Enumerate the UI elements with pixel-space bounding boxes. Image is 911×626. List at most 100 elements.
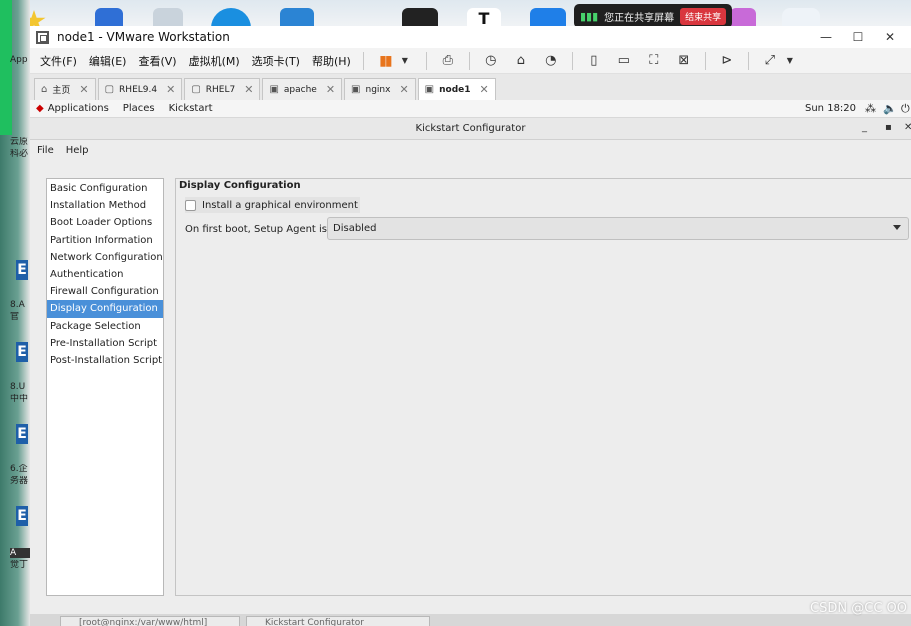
kickstart-app-menu[interactable]: Kickstart bbox=[169, 103, 213, 114]
clock[interactable]: Sun 18:20 bbox=[805, 103, 856, 114]
ks-close-button[interactable]: ✕ bbox=[904, 122, 911, 133]
setup-agent-value: Disabled bbox=[333, 223, 377, 234]
ks-maximize-button[interactable]: ▪ bbox=[885, 122, 892, 133]
setup-agent-combo[interactable]: Disabled bbox=[327, 217, 909, 240]
kickstart-body: Basic Configuration Installation Method Bo… bbox=[30, 161, 911, 614]
kickstart-title-bar: Kickstart Configurator _ ▪ ✕ bbox=[30, 118, 911, 140]
sidebar-item-partition-information[interactable]: Partition Information bbox=[47, 232, 163, 249]
menu-edit[interactable]: 编辑(E) bbox=[89, 53, 127, 69]
desktop-file-icon[interactable]: E bbox=[16, 342, 28, 362]
host-label: 6.企 bbox=[10, 464, 28, 474]
graphical-environment-checkbox[interactable] bbox=[185, 199, 196, 211]
tab-label: nginx bbox=[365, 84, 391, 95]
home-icon: ⌂ bbox=[41, 84, 48, 95]
stop-share-button[interactable]: 结束共享 bbox=[680, 7, 727, 25]
send-keys-icon[interactable]: ⎙ bbox=[439, 53, 457, 68]
category-list: Basic Configuration Installation Method Bo… bbox=[46, 178, 164, 596]
sidebar-item-authentication[interactable]: Authentication bbox=[47, 266, 163, 283]
sidebar-item-installation-method[interactable]: Installation Method bbox=[47, 197, 163, 214]
guest-screen: ◆ Applications Places Kickstart Sun 18:2… bbox=[30, 100, 911, 614]
host-label: 科必 bbox=[10, 149, 29, 159]
sidebar-item-basic-configuration[interactable]: Basic Configuration bbox=[47, 180, 163, 197]
unity-icon[interactable]: ⊠ bbox=[675, 53, 693, 68]
stretch-icon[interactable]: ⤢ bbox=[761, 53, 779, 68]
host-label: 中中 bbox=[10, 394, 29, 404]
menu-vm[interactable]: 虚拟机(M) bbox=[189, 53, 240, 69]
console-icon[interactable]: ⊳ bbox=[718, 53, 736, 68]
vm-running-icon: ▣ bbox=[351, 84, 361, 95]
tab-rhel94[interactable]: ▢ RHEL9.4 ✕ bbox=[97, 78, 183, 100]
fullscreen-icon[interactable]: ⛶ bbox=[645, 53, 663, 68]
minimize-button[interactable]: — bbox=[812, 26, 840, 48]
places-menu[interactable]: Places bbox=[123, 103, 155, 114]
close-button[interactable]: ✕ bbox=[876, 26, 904, 48]
toolbar-separator bbox=[571, 51, 573, 70]
ks-menu-file[interactable]: File bbox=[37, 145, 54, 156]
sidebar-item-firewall-configuration[interactable]: Firewall Configuration bbox=[47, 283, 163, 300]
snapshot-manager-icon[interactable]: ◔ bbox=[542, 53, 560, 68]
tab-label: apache bbox=[283, 84, 317, 95]
kickstart-taskbar-item[interactable]: Kickstart Configurator bbox=[246, 616, 430, 626]
sidebar-item-boot-loader-options[interactable]: Boot Loader Options bbox=[47, 214, 163, 231]
close-tab-icon[interactable]: ✕ bbox=[399, 83, 408, 96]
volume-icon[interactable]: 🔈 bbox=[883, 102, 897, 115]
signal-icon: ▮▮▮ bbox=[580, 9, 599, 23]
close-tab-icon[interactable]: ✕ bbox=[480, 83, 489, 96]
section-title: Display Configuration bbox=[179, 180, 301, 191]
toolbar-separator bbox=[425, 51, 427, 70]
chevron-down-icon[interactable] bbox=[893, 225, 901, 230]
ks-menu-help[interactable]: Help bbox=[66, 145, 89, 156]
vmware-logo-icon bbox=[36, 30, 49, 44]
close-tab-icon[interactable]: ✕ bbox=[166, 83, 175, 96]
close-tab-icon[interactable]: ✕ bbox=[326, 83, 335, 96]
kickstart-window-title: Kickstart Configurator bbox=[415, 123, 526, 134]
pause-icon[interactable]: ▮▮ bbox=[376, 53, 394, 69]
sidebar-item-package-selection[interactable]: Package Selection bbox=[47, 318, 163, 335]
desktop-file-icon[interactable]: E bbox=[16, 424, 28, 444]
toolbar-separator bbox=[704, 51, 706, 70]
sidebar-toggle-icon[interactable]: ▯ bbox=[585, 53, 603, 68]
ks-minimize-button[interactable]: _ bbox=[862, 122, 867, 133]
tab-node1[interactable]: ▣ node1 ✕ bbox=[417, 78, 496, 100]
close-tab-icon[interactable]: ✕ bbox=[79, 83, 88, 96]
pause-dropdown-icon[interactable]: ▼ bbox=[396, 56, 414, 65]
tab-home[interactable]: ⌂ 主页 ✕ bbox=[34, 78, 96, 100]
tab-label: node1 bbox=[439, 84, 471, 95]
tab-label: RHEL9.4 bbox=[119, 84, 158, 95]
desktop-file-icon[interactable]: E bbox=[16, 506, 28, 526]
thumbnail-bar-icon[interactable]: ▭ bbox=[615, 53, 633, 68]
graphical-environment-checkbox-row[interactable]: Install a graphical environment bbox=[185, 197, 360, 213]
menu-file[interactable]: 文件(F) bbox=[40, 53, 77, 69]
host-label: A bbox=[10, 548, 32, 558]
vm-icon: ▢ bbox=[191, 84, 201, 95]
applications-menu[interactable]: Applications bbox=[48, 103, 109, 114]
maximize-button[interactable]: ☐ bbox=[844, 26, 872, 48]
tab-nginx[interactable]: ▣ nginx ✕ bbox=[344, 78, 416, 100]
desktop-file-icon[interactable]: E bbox=[16, 260, 28, 280]
terminal-taskbar-item[interactable]: [root@nginx:/var/www/html] bbox=[60, 616, 240, 626]
kickstart-menu-bar: File Help bbox=[30, 140, 911, 161]
host-label: 8.A bbox=[10, 300, 25, 310]
gnome-top-bar: ◆ Applications Places Kickstart Sun 18:2… bbox=[30, 100, 911, 118]
snapshot-icon[interactable]: ◷ bbox=[482, 53, 500, 68]
close-tab-icon[interactable]: ✕ bbox=[244, 83, 253, 96]
host-window-edge bbox=[0, 0, 12, 135]
stretch-dropdown-icon[interactable]: ▼ bbox=[781, 56, 799, 65]
sidebar-item-post-installation-script[interactable]: Post-Installation Script bbox=[47, 352, 163, 369]
tab-apache[interactable]: ▣ apache ✕ bbox=[262, 78, 343, 100]
sidebar-item-pre-installation-script[interactable]: Pre-Installation Script bbox=[47, 335, 163, 352]
network-icon[interactable]: ⁂ bbox=[865, 102, 876, 115]
graphical-environment-label[interactable]: Install a graphical environment bbox=[202, 200, 358, 211]
sidebar-item-network-configuration[interactable]: Network Configuration bbox=[47, 249, 163, 266]
menu-tabs[interactable]: 选项卡(T) bbox=[252, 53, 300, 69]
setup-agent-label: On first boot, Setup Agent is: bbox=[185, 224, 331, 235]
power-icon[interactable]: ⏻ bbox=[901, 102, 910, 116]
sidebar-item-display-configuration[interactable]: Display Configuration bbox=[47, 300, 163, 318]
host-label: 官 bbox=[10, 312, 20, 322]
toolbar-separator bbox=[747, 51, 749, 70]
vm-tab-strip: ⌂ 主页 ✕ ▢ RHEL9.4 ✕ ▢ RHEL7 ✕ ▣ apache ✕ … bbox=[30, 74, 911, 100]
tab-rhel7[interactable]: ▢ RHEL7 ✕ bbox=[184, 78, 261, 100]
menu-help[interactable]: 帮助(H) bbox=[312, 53, 351, 69]
revert-snapshot-icon[interactable]: ⌂ bbox=[512, 53, 530, 68]
menu-view[interactable]: 查看(V) bbox=[138, 53, 176, 69]
